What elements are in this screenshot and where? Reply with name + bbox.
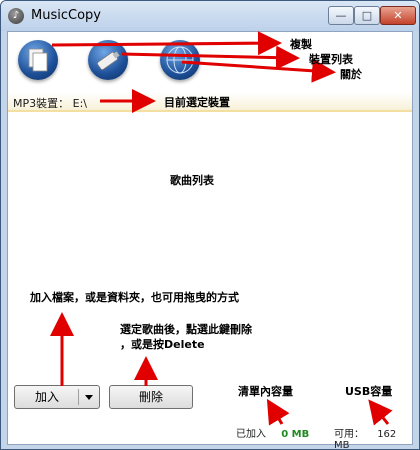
dropdown-arrow-icon[interactable] bbox=[85, 395, 93, 400]
added-label: 已加入 bbox=[236, 429, 266, 440]
annotation-delete-hint-2: ，或是按Delete bbox=[120, 338, 205, 351]
maximize-button[interactable]: □ bbox=[354, 6, 380, 25]
device-list-button[interactable] bbox=[88, 40, 128, 80]
annotation-list-capacity: 清單內容量 bbox=[238, 385, 293, 398]
status-available: 可用： 162 MB bbox=[334, 425, 412, 449]
add-button-label: 加入 bbox=[35, 390, 60, 404]
added-value: 0 MB bbox=[281, 429, 310, 440]
annotation-device-list: 裝置列表 bbox=[309, 53, 353, 66]
device-path: E:\ bbox=[72, 97, 87, 110]
copy-button[interactable] bbox=[18, 40, 58, 80]
annotation-add-hint: 加入檔案，或是資料夾，也可用拖曳的方式 bbox=[30, 291, 239, 304]
music-note-icon: ♪ bbox=[8, 8, 24, 24]
annotation-copy: 複製 bbox=[290, 38, 312, 51]
about-button[interactable] bbox=[160, 40, 200, 80]
available-label: 可用： bbox=[334, 429, 364, 440]
annotation-delete-hint-1: 選定歌曲後，點選此鍵刪除 bbox=[120, 323, 252, 336]
globe-icon bbox=[166, 46, 194, 74]
documents-icon bbox=[28, 48, 48, 72]
usb-drive-icon bbox=[97, 51, 120, 71]
annotation-current-device: 目前選定裝置 bbox=[164, 96, 230, 109]
close-button[interactable]: ✕ bbox=[380, 6, 416, 25]
device-label: MP3裝置： E:\ bbox=[13, 97, 87, 110]
annotation-song-list: 歌曲列表 bbox=[170, 174, 214, 187]
minimize-button[interactable]: — bbox=[328, 6, 354, 25]
delete-button[interactable]: 刪除 bbox=[109, 385, 193, 409]
status-added: 已加入 0 MB bbox=[236, 425, 309, 440]
annotation-usb-capacity: USB容量 bbox=[345, 385, 393, 398]
title-bar[interactable]: ♪ MusicCopy — □ ✕ bbox=[1, 1, 419, 31]
annotation-about: 關於 bbox=[340, 68, 362, 81]
song-list[interactable] bbox=[8, 112, 412, 382]
add-button[interactable]: 加入 bbox=[14, 385, 100, 409]
window-title: MusicCopy bbox=[31, 8, 101, 23]
